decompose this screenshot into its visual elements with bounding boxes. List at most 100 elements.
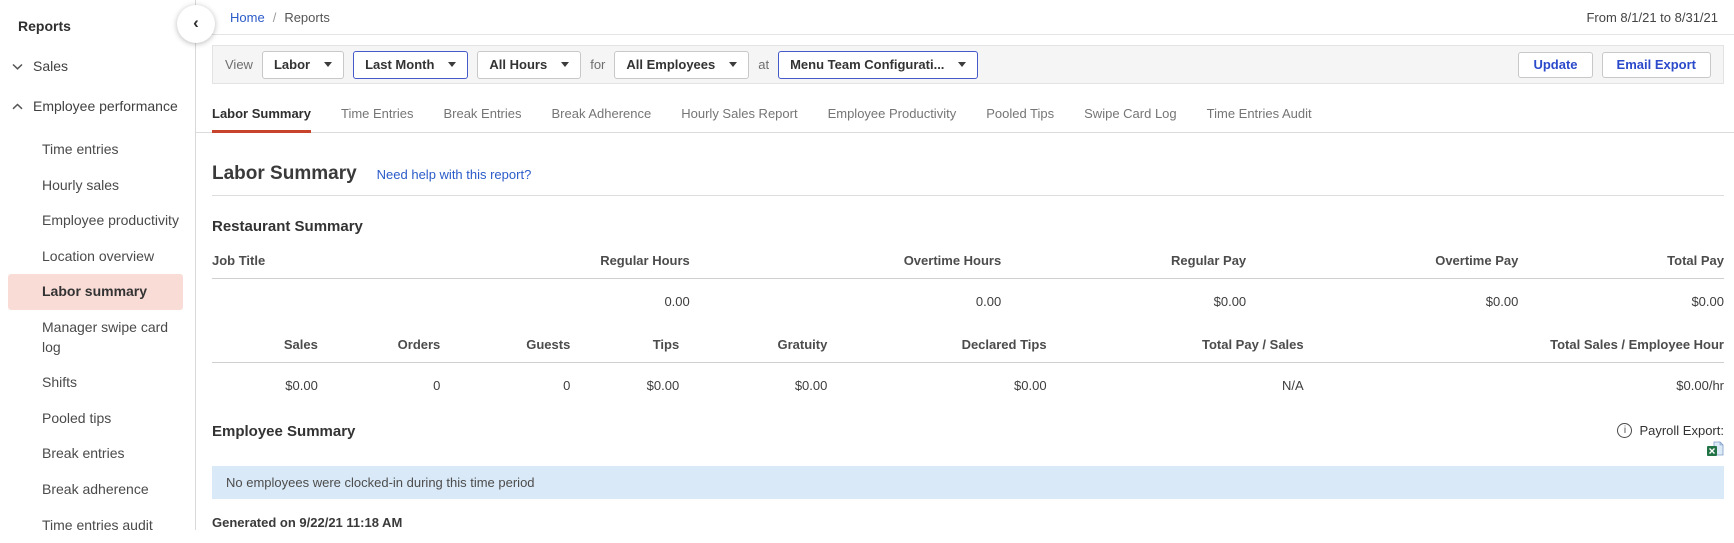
reports-sidebar: Reports Sales Employee performance Time … xyxy=(0,0,196,533)
chevron-left-icon: ‹ xyxy=(193,13,199,32)
payroll-export: i Payroll Export: xyxy=(1617,423,1724,458)
table-cell: $0.00 xyxy=(285,378,318,393)
sidebar-section-employee-performance[interactable]: Employee performance xyxy=(0,98,195,114)
sidebar-item-time-entries-audit[interactable]: Time entries audit xyxy=(8,508,183,543)
email-export-button[interactable]: Email Export xyxy=(1601,51,1711,78)
sidebar-item-shifts[interactable]: Shifts xyxy=(8,365,183,401)
report-type-dropdown[interactable]: Labor xyxy=(261,50,345,79)
table-cell: 0.00 xyxy=(664,294,690,309)
caret-down-icon xyxy=(958,62,967,68)
page-title: Labor Summary xyxy=(212,163,357,184)
sidebar-item-time-entries[interactable]: Time entries xyxy=(8,132,183,168)
tab-labor-summary[interactable]: Labor Summary xyxy=(212,100,311,133)
column-header: Total Sales / Employee Hour xyxy=(1303,327,1724,363)
team-config-value: Menu Team Configurati... xyxy=(790,57,945,73)
sidebar-section-label: Employee performance xyxy=(33,98,178,114)
tab-employee-productivity[interactable]: Employee Productivity xyxy=(828,100,957,132)
labor-summary-table: Job Title Regular Hours Overtime Hours R… xyxy=(212,243,1724,323)
table-cell: $0.00 xyxy=(794,378,828,393)
caret-down-icon xyxy=(729,62,738,68)
table-cell: 0.00 xyxy=(975,294,1002,309)
restaurant-summary-heading: Restaurant Summary xyxy=(212,218,363,235)
tab-pooled-tips[interactable]: Pooled Tips xyxy=(986,100,1054,132)
hours-value: All Hours xyxy=(489,57,548,73)
report-body: Labor Summary Need help with this report… xyxy=(196,133,1734,530)
title-divider xyxy=(212,195,1724,196)
column-header: Regular Hours xyxy=(453,243,690,279)
generated-timestamp: Generated on 9/22/21 11:18 AM xyxy=(212,515,403,530)
employee-summary-heading: Employee Summary xyxy=(212,423,356,440)
date-range-label: From 8/1/21 to 8/31/21 xyxy=(1586,9,1718,25)
chevron-down-icon xyxy=(12,63,23,70)
team-config-dropdown[interactable]: Menu Team Configurati... xyxy=(778,50,979,79)
column-header: Job Title xyxy=(212,243,454,279)
sidebar-collapse-button[interactable]: ‹ xyxy=(177,5,215,43)
table-header-row: Sales Orders Guests Tips Gratuity Declar… xyxy=(212,327,1724,363)
breadcrumb-home-link[interactable]: Home xyxy=(230,10,265,25)
tab-break-adherence[interactable]: Break Adherence xyxy=(552,100,652,132)
table-cell: $0.00 xyxy=(1213,294,1247,309)
tab-swipe-card-log[interactable]: Swipe Card Log xyxy=(1084,100,1177,132)
employees-value: All Employees xyxy=(626,57,716,73)
table-cell: 0 xyxy=(433,378,441,393)
update-button[interactable]: Update xyxy=(1518,51,1593,78)
sidebar-item-break-entries[interactable]: Break entries xyxy=(8,436,183,472)
top-bar: Home / Reports From 8/1/21 to 8/31/21 xyxy=(196,0,1734,36)
sales-summary-table: Sales Orders Guests Tips Gratuity Declar… xyxy=(212,327,1724,407)
tab-break-entries[interactable]: Break Entries xyxy=(443,100,521,132)
table-row: 0.00 0.00 $0.00 $0.00 $0.00 xyxy=(212,279,1724,324)
column-header: Gratuity xyxy=(679,327,828,363)
column-header: Overtime Hours xyxy=(689,243,1002,279)
table-cell: $0.00 xyxy=(646,378,680,393)
main-content: Home / Reports From 8/1/21 to 8/31/21 Vi… xyxy=(196,0,1734,530)
sidebar-section-sales[interactable]: Sales xyxy=(0,58,195,74)
column-header: Guests xyxy=(440,327,571,363)
table-cell xyxy=(212,279,454,324)
sidebar-item-manager-swipe-card-log[interactable]: Manager swipe card log xyxy=(8,310,183,365)
employees-dropdown[interactable]: All Employees xyxy=(614,50,750,79)
table-row: $0.00 0 0 $0.00 $0.00 $0.00 N/A $0.00/hr xyxy=(212,363,1724,408)
sidebar-item-hourly-sales[interactable]: Hourly sales xyxy=(8,168,183,204)
info-circle-icon[interactable]: i xyxy=(1617,423,1633,438)
sidebar-item-break-adherence[interactable]: Break adherence xyxy=(8,472,183,508)
help-link[interactable]: Need help with this report? xyxy=(377,167,532,182)
filter-bar: View Labor Last Month All Hours for All … xyxy=(212,45,1724,84)
sidebar-item-location-overview[interactable]: Location overview xyxy=(8,239,183,275)
column-header: Total Pay / Sales xyxy=(1046,327,1304,363)
column-header: Declared Tips xyxy=(827,327,1047,363)
breadcrumb: Home / Reports xyxy=(230,10,330,25)
excel-file-icon[interactable] xyxy=(1706,441,1724,458)
table-cell: $0.00 xyxy=(1014,378,1047,393)
sidebar-section-label: Sales xyxy=(33,58,69,74)
date-preset-value: Last Month xyxy=(365,57,435,73)
table-cell: $0.00/hr xyxy=(1676,378,1724,393)
caret-down-icon xyxy=(448,62,457,68)
table-cell: $0.00 xyxy=(1691,294,1724,309)
tab-time-entries-audit[interactable]: Time Entries Audit xyxy=(1207,100,1312,132)
for-label: for xyxy=(590,57,606,73)
column-header: Regular Pay xyxy=(1001,243,1247,279)
hours-dropdown[interactable]: All Hours xyxy=(477,50,582,79)
breadcrumb-separator: / xyxy=(272,9,277,25)
chevron-up-icon xyxy=(12,102,23,110)
empty-state-message: No employees were clocked-in during this… xyxy=(226,475,535,490)
tab-hourly-sales-report[interactable]: Hourly Sales Report xyxy=(681,100,797,132)
column-header: Sales xyxy=(212,327,318,363)
tab-time-entries[interactable]: Time Entries xyxy=(341,100,413,132)
reports-page: Reports Sales Employee performance Time … xyxy=(0,0,1734,533)
sidebar-item-list: Time entries Hourly sales Employee produ… xyxy=(0,132,195,543)
sidebar-item-employee-productivity[interactable]: Employee productivity xyxy=(8,203,183,239)
date-preset-dropdown[interactable]: Last Month xyxy=(353,50,469,79)
breadcrumb-current: Reports xyxy=(284,9,330,25)
sidebar-item-pooled-tips[interactable]: Pooled tips xyxy=(8,401,183,437)
table-cell: 0 xyxy=(563,378,571,393)
sidebar-title: Reports xyxy=(18,18,71,34)
sidebar-item-labor-summary[interactable]: Labor summary xyxy=(8,274,183,310)
view-label: View xyxy=(225,57,253,73)
column-header: Total Pay xyxy=(1518,243,1724,279)
report-type-value: Labor xyxy=(273,57,311,73)
table-cell: $0.00 xyxy=(1485,294,1519,309)
report-tabs: Labor Summary Time Entries Break Entries… xyxy=(196,100,1734,133)
caret-down-icon xyxy=(324,62,333,68)
caret-down-icon xyxy=(561,62,570,68)
